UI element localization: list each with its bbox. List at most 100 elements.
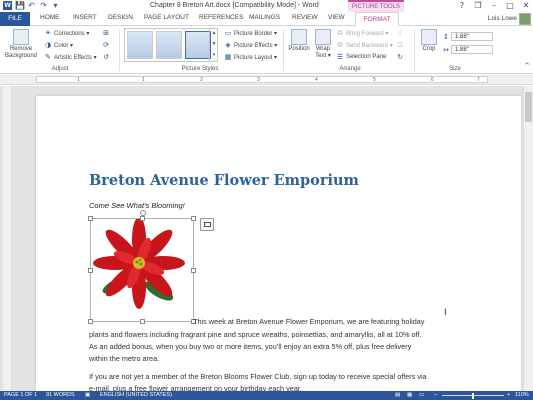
- reset-picture-button[interactable]: ↺: [102, 53, 110, 61]
- picture-border-button[interactable]: ▭ Picture Border ▾: [224, 29, 277, 37]
- body-text-line[interactable]: As an added bonus, when you buy two or m…: [89, 342, 411, 351]
- ruler-number: 1: [77, 77, 80, 83]
- resize-handle[interactable]: [140, 216, 145, 221]
- vertical-scrollbar[interactable]: [523, 86, 533, 391]
- ribbon-tabs: FILE HOME INSERT DESIGN PAGE LAYOUT REFE…: [0, 12, 533, 26]
- picture-style-thumb[interactable]: [185, 31, 211, 59]
- zoom-slider-knob[interactable]: [472, 393, 474, 399]
- ruler-track: 1 1 2 3 4 5 6 7: [36, 76, 488, 83]
- compress-pictures-icon: ⊞: [103, 29, 109, 37]
- tab-file[interactable]: FILE: [0, 12, 30, 26]
- tab-insert[interactable]: INSERT: [73, 14, 97, 21]
- shape-width-icon: ↔: [443, 46, 449, 54]
- zoom-in-icon[interactable]: +: [507, 392, 510, 398]
- picture-style-thumb[interactable]: [127, 31, 153, 59]
- word-count[interactable]: 91 WORDS: [46, 392, 75, 398]
- page-count[interactable]: PAGE 1 OF 1: [4, 392, 37, 398]
- artistic-effects-icon: ✎: [45, 53, 51, 61]
- body-text-line[interactable]: If you are not yet a member of the Breto…: [89, 372, 427, 381]
- group-icon: ⊡: [397, 41, 403, 49]
- tab-review[interactable]: REVIEW: [292, 14, 318, 21]
- send-backward-button[interactable]: ⧉ Send Backward ▾: [336, 41, 393, 49]
- crop-icon: [421, 29, 437, 45]
- tab-page-layout[interactable]: PAGE LAYOUT: [144, 14, 189, 21]
- selection-pane-button[interactable]: ☰ Selection Pane: [336, 53, 387, 61]
- vertical-ruler[interactable]: [3, 86, 12, 391]
- tab-references[interactable]: REFERENCES: [199, 14, 243, 21]
- remove-background-button[interactable]: Remove Background: [3, 29, 39, 60]
- wrap-text-icon: [315, 29, 331, 45]
- body-text-line[interactable]: within the metro area.: [89, 354, 159, 363]
- collapse-ribbon-button[interactable]: ^: [523, 62, 531, 70]
- bring-forward-icon: ⧉: [337, 29, 343, 37]
- body-text-line[interactable]: This week at Breton Avenue Flower Empori…: [193, 317, 424, 326]
- read-mode-icon[interactable]: ▤: [395, 392, 400, 398]
- crop-label: Crop: [422, 46, 436, 52]
- ribbon-display-options-button[interactable]: ❐: [473, 0, 483, 11]
- remove-background-label: Remove Background: [4, 46, 38, 59]
- tab-mailings[interactable]: MAILINGS: [249, 14, 280, 21]
- window-title: Chapter 8 Breton Art.docx [Compatibility…: [150, 2, 319, 9]
- crop-button[interactable]: Crop: [418, 29, 440, 53]
- resize-handle[interactable]: [191, 216, 196, 221]
- zoom-level[interactable]: 110%: [515, 392, 529, 398]
- zoom-out-icon[interactable]: –: [434, 392, 437, 398]
- picture-layout-button[interactable]: ▦ Picture Layout ▾: [224, 53, 277, 61]
- size-group-label: Size: [449, 66, 461, 72]
- align-button[interactable]: ⫶: [396, 29, 404, 37]
- document-subtitle[interactable]: Come See What’s Blooming!: [89, 201, 185, 210]
- proofing-icon[interactable]: ▣: [85, 392, 90, 398]
- picture-layout-label: Picture Layout ▾: [234, 54, 278, 61]
- body-text-line[interactable]: plants and flowers including fragrant pi…: [89, 330, 421, 339]
- ruler-number: 4: [315, 77, 318, 83]
- picture-effects-label: Picture Effects ▾: [234, 42, 278, 49]
- shape-height-field[interactable]: 1.88": [451, 32, 493, 41]
- tab-home[interactable]: HOME: [40, 14, 60, 21]
- avatar[interactable]: [519, 13, 531, 25]
- tab-view[interactable]: VIEW: [328, 14, 345, 21]
- horizontal-ruler[interactable]: 1 1 2 3 4 5 6 7: [0, 75, 533, 85]
- gallery-scroll-arrows[interactable]: ▲ ▼ ▾: [209, 28, 218, 62]
- document-heading[interactable]: Breton Avenue Flower Emporium: [89, 172, 359, 189]
- resize-handle[interactable]: [88, 268, 93, 273]
- resize-handle[interactable]: [191, 268, 196, 273]
- wrap-text-button[interactable]: Wrap Text ▾: [312, 29, 334, 60]
- print-layout-icon[interactable]: ▦: [407, 392, 412, 398]
- poinsettia-picture[interactable]: [88, 210, 196, 324]
- language[interactable]: ENGLISH (UNITED STATES): [100, 392, 172, 398]
- color-button[interactable]: ◑ Color ▾: [44, 41, 73, 49]
- corrections-label: Corrections ▾: [54, 30, 90, 37]
- save-icon[interactable]: 💾: [15, 1, 25, 10]
- minimize-button[interactable]: –: [489, 0, 499, 11]
- picture-effects-button[interactable]: ◈ Picture Effects ▾: [224, 41, 277, 49]
- tab-format[interactable]: FORMAT: [355, 12, 399, 26]
- resize-handle[interactable]: [88, 319, 93, 324]
- shape-height-icon: ↕: [443, 33, 449, 41]
- scrollbar-thumb[interactable]: [525, 92, 532, 122]
- rotate-button[interactable]: ↻: [396, 53, 404, 61]
- compress-pictures-button[interactable]: ⊞: [102, 29, 110, 37]
- layout-options-button[interactable]: [200, 218, 214, 231]
- maximize-button[interactable]: □: [505, 0, 515, 11]
- customize-qat-icon[interactable]: ▾: [51, 1, 60, 10]
- picture-style-thumb[interactable]: [156, 31, 182, 59]
- group-separator: [283, 29, 284, 71]
- bring-forward-button[interactable]: ⧉ Bring Forward ▾: [336, 29, 389, 37]
- close-button[interactable]: ✕: [521, 0, 531, 11]
- help-button[interactable]: ?: [457, 0, 467, 11]
- group-objects-button[interactable]: ⊡: [396, 41, 404, 49]
- document-page[interactable]: Breton Avenue Flower Emporium Come See W…: [36, 96, 521, 396]
- undo-icon[interactable]: ↶: [27, 1, 36, 10]
- corrections-button[interactable]: ☀ Corrections ▾: [44, 29, 90, 37]
- resize-handle[interactable]: [140, 319, 145, 324]
- tab-design[interactable]: DESIGN: [108, 14, 133, 21]
- redo-icon[interactable]: ↷: [39, 1, 48, 10]
- change-picture-button[interactable]: ⟳: [102, 41, 110, 49]
- wrap-text-label: Wrap Text ▾: [315, 46, 331, 59]
- web-layout-icon[interactable]: ▭: [419, 392, 424, 398]
- user-name[interactable]: Lois Lowe: [488, 15, 517, 22]
- artistic-effects-button[interactable]: ✎ Artistic Effects ▾: [44, 53, 97, 61]
- position-button[interactable]: Position: [286, 29, 312, 53]
- shape-width-field[interactable]: 1.88": [451, 45, 493, 54]
- resize-handle[interactable]: [88, 216, 93, 221]
